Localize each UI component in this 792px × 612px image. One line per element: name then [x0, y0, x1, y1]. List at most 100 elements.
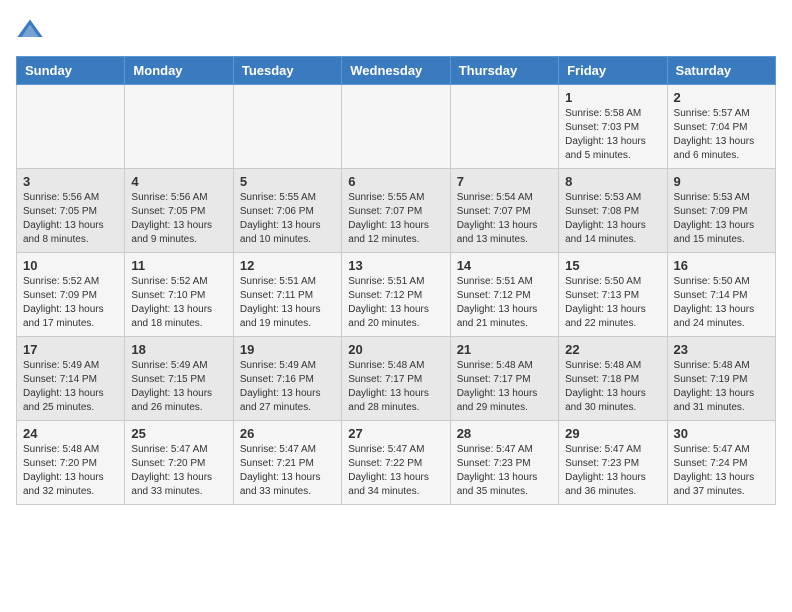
day-number: 9 [674, 174, 769, 189]
calendar-cell: 20 Sunrise: 5:48 AM Sunset: 7:17 PM Dayli… [342, 337, 450, 421]
day-number: 15 [565, 258, 660, 273]
calendar-cell: 7 Sunrise: 5:54 AM Sunset: 7:07 PM Daylig… [450, 169, 558, 253]
calendar-cell [125, 85, 233, 169]
day-info: Sunrise: 5:48 AM Sunset: 7:17 PM Dayligh… [457, 359, 552, 415]
calendar-week-row: 3Sunrise: 5:56 AM Sunset: 7:05 PM Daylig… [17, 169, 776, 253]
calendar-cell [17, 85, 125, 169]
day-number: 10 [23, 258, 118, 273]
calendar-cell: 6 Sunrise: 5:55 AM Sunset: 7:07 PM Daylig… [342, 169, 450, 253]
day-number: 22 [565, 342, 660, 357]
day-info: Sunrise: 5:57 AM Sunset: 7:04 PM Dayligh… [674, 107, 769, 163]
day-info: Sunrise: 5:52 AM Sunset: 7:09 PM Dayligh… [23, 275, 118, 331]
logo [16, 16, 48, 44]
calendar-cell: 27 Sunrise: 5:47 AM Sunset: 7:22 PM Dayli… [342, 421, 450, 505]
calendar-cell: 3Sunrise: 5:56 AM Sunset: 7:05 PM Daylig… [17, 169, 125, 253]
day-number: 19 [240, 342, 335, 357]
weekday-header-wednesday: Wednesday [342, 57, 450, 85]
day-number: 7 [457, 174, 552, 189]
day-info: Sunrise: 5:55 AM Sunset: 7:06 PM Dayligh… [240, 191, 335, 247]
calendar-cell: 21 Sunrise: 5:48 AM Sunset: 7:17 PM Dayli… [450, 337, 558, 421]
weekday-header-friday: Friday [559, 57, 667, 85]
calendar-cell: 16 Sunrise: 5:50 AM Sunset: 7:14 PM Dayli… [667, 253, 775, 337]
calendar-cell: 14 Sunrise: 5:51 AM Sunset: 7:12 PM Dayli… [450, 253, 558, 337]
calendar-cell: 4 Sunrise: 5:56 AM Sunset: 7:05 PM Daylig… [125, 169, 233, 253]
logo-icon [16, 16, 44, 44]
day-info: Sunrise: 5:49 AM Sunset: 7:14 PM Dayligh… [23, 359, 118, 415]
day-info: Sunrise: 5:48 AM Sunset: 7:19 PM Dayligh… [674, 359, 769, 415]
day-info: Sunrise: 5:58 AM Sunset: 7:03 PM Dayligh… [565, 107, 660, 163]
day-number: 5 [240, 174, 335, 189]
day-number: 6 [348, 174, 443, 189]
calendar-cell: 26Sunrise: 5:47 AM Sunset: 7:21 PM Dayli… [233, 421, 341, 505]
day-info: Sunrise: 5:50 AM Sunset: 7:14 PM Dayligh… [674, 275, 769, 331]
calendar-cell: 29 Sunrise: 5:47 AM Sunset: 7:23 PM Dayli… [559, 421, 667, 505]
calendar-week-row: 1 Sunrise: 5:58 AM Sunset: 7:03 PM Daylig… [17, 85, 776, 169]
calendar-week-row: 17 Sunrise: 5:49 AM Sunset: 7:14 PM Dayli… [17, 337, 776, 421]
calendar-cell: 28Sunrise: 5:47 AM Sunset: 7:23 PM Dayli… [450, 421, 558, 505]
day-info: Sunrise: 5:51 AM Sunset: 7:12 PM Dayligh… [457, 275, 552, 331]
calendar-cell: 8 Sunrise: 5:53 AM Sunset: 7:08 PM Daylig… [559, 169, 667, 253]
day-number: 28 [457, 426, 552, 441]
day-number: 25 [131, 426, 226, 441]
day-info: Sunrise: 5:56 AM Sunset: 7:05 PM Dayligh… [131, 191, 226, 247]
day-number: 30 [674, 426, 769, 441]
day-info: Sunrise: 5:53 AM Sunset: 7:08 PM Dayligh… [565, 191, 660, 247]
day-number: 13 [348, 258, 443, 273]
day-number: 27 [348, 426, 443, 441]
day-info: Sunrise: 5:48 AM Sunset: 7:20 PM Dayligh… [23, 443, 118, 499]
weekday-header-row: SundayMondayTuesdayWednesdayThursdayFrid… [17, 57, 776, 85]
day-info: Sunrise: 5:48 AM Sunset: 7:18 PM Dayligh… [565, 359, 660, 415]
day-number: 12 [240, 258, 335, 273]
calendar-cell: 11Sunrise: 5:52 AM Sunset: 7:10 PM Dayli… [125, 253, 233, 337]
calendar-cell: 15 Sunrise: 5:50 AM Sunset: 7:13 PM Dayli… [559, 253, 667, 337]
calendar-cell: 23 Sunrise: 5:48 AM Sunset: 7:19 PM Dayli… [667, 337, 775, 421]
day-number: 21 [457, 342, 552, 357]
calendar-cell: 18Sunrise: 5:49 AM Sunset: 7:15 PM Dayli… [125, 337, 233, 421]
day-info: Sunrise: 5:54 AM Sunset: 7:07 PM Dayligh… [457, 191, 552, 247]
day-number: 17 [23, 342, 118, 357]
calendar-cell: 2 Sunrise: 5:57 AM Sunset: 7:04 PM Daylig… [667, 85, 775, 169]
calendar-cell [450, 85, 558, 169]
day-number: 20 [348, 342, 443, 357]
weekday-header-thursday: Thursday [450, 57, 558, 85]
day-number: 23 [674, 342, 769, 357]
calendar-cell: 19 Sunrise: 5:49 AM Sunset: 7:16 PM Dayli… [233, 337, 341, 421]
calendar-week-row: 24 Sunrise: 5:48 AM Sunset: 7:20 PM Dayli… [17, 421, 776, 505]
calendar-week-row: 10 Sunrise: 5:52 AM Sunset: 7:09 PM Dayli… [17, 253, 776, 337]
weekday-header-sunday: Sunday [17, 57, 125, 85]
calendar-cell: 24 Sunrise: 5:48 AM Sunset: 7:20 PM Dayli… [17, 421, 125, 505]
day-number: 16 [674, 258, 769, 273]
day-info: Sunrise: 5:53 AM Sunset: 7:09 PM Dayligh… [674, 191, 769, 247]
day-info: Sunrise: 5:47 AM Sunset: 7:20 PM Dayligh… [131, 443, 226, 499]
day-number: 14 [457, 258, 552, 273]
day-info: Sunrise: 5:50 AM Sunset: 7:13 PM Dayligh… [565, 275, 660, 331]
day-info: Sunrise: 5:56 AM Sunset: 7:05 PM Dayligh… [23, 191, 118, 247]
calendar-table: SundayMondayTuesdayWednesdayThursdayFrid… [16, 56, 776, 505]
day-number: 29 [565, 426, 660, 441]
calendar-cell: 17 Sunrise: 5:49 AM Sunset: 7:14 PM Dayli… [17, 337, 125, 421]
weekday-header-tuesday: Tuesday [233, 57, 341, 85]
day-number: 26 [240, 426, 335, 441]
day-info: Sunrise: 5:55 AM Sunset: 7:07 PM Dayligh… [348, 191, 443, 247]
weekday-header-monday: Monday [125, 57, 233, 85]
day-info: Sunrise: 5:47 AM Sunset: 7:24 PM Dayligh… [674, 443, 769, 499]
day-info: Sunrise: 5:51 AM Sunset: 7:11 PM Dayligh… [240, 275, 335, 331]
day-number: 4 [131, 174, 226, 189]
day-number: 2 [674, 90, 769, 105]
calendar-cell: 30 Sunrise: 5:47 AM Sunset: 7:24 PM Dayli… [667, 421, 775, 505]
calendar-cell [342, 85, 450, 169]
calendar-cell: 13Sunrise: 5:51 AM Sunset: 7:12 PM Dayli… [342, 253, 450, 337]
calendar-cell: 10 Sunrise: 5:52 AM Sunset: 7:09 PM Dayli… [17, 253, 125, 337]
day-info: Sunrise: 5:49 AM Sunset: 7:16 PM Dayligh… [240, 359, 335, 415]
calendar-cell: 1 Sunrise: 5:58 AM Sunset: 7:03 PM Daylig… [559, 85, 667, 169]
calendar-cell: 9 Sunrise: 5:53 AM Sunset: 7:09 PM Daylig… [667, 169, 775, 253]
day-number: 8 [565, 174, 660, 189]
day-info: Sunrise: 5:47 AM Sunset: 7:23 PM Dayligh… [565, 443, 660, 499]
day-info: Sunrise: 5:52 AM Sunset: 7:10 PM Dayligh… [131, 275, 226, 331]
day-info: Sunrise: 5:47 AM Sunset: 7:22 PM Dayligh… [348, 443, 443, 499]
day-info: Sunrise: 5:49 AM Sunset: 7:15 PM Dayligh… [131, 359, 226, 415]
day-info: Sunrise: 5:48 AM Sunset: 7:17 PM Dayligh… [348, 359, 443, 415]
day-number: 24 [23, 426, 118, 441]
page-header [16, 16, 776, 44]
day-number: 1 [565, 90, 660, 105]
